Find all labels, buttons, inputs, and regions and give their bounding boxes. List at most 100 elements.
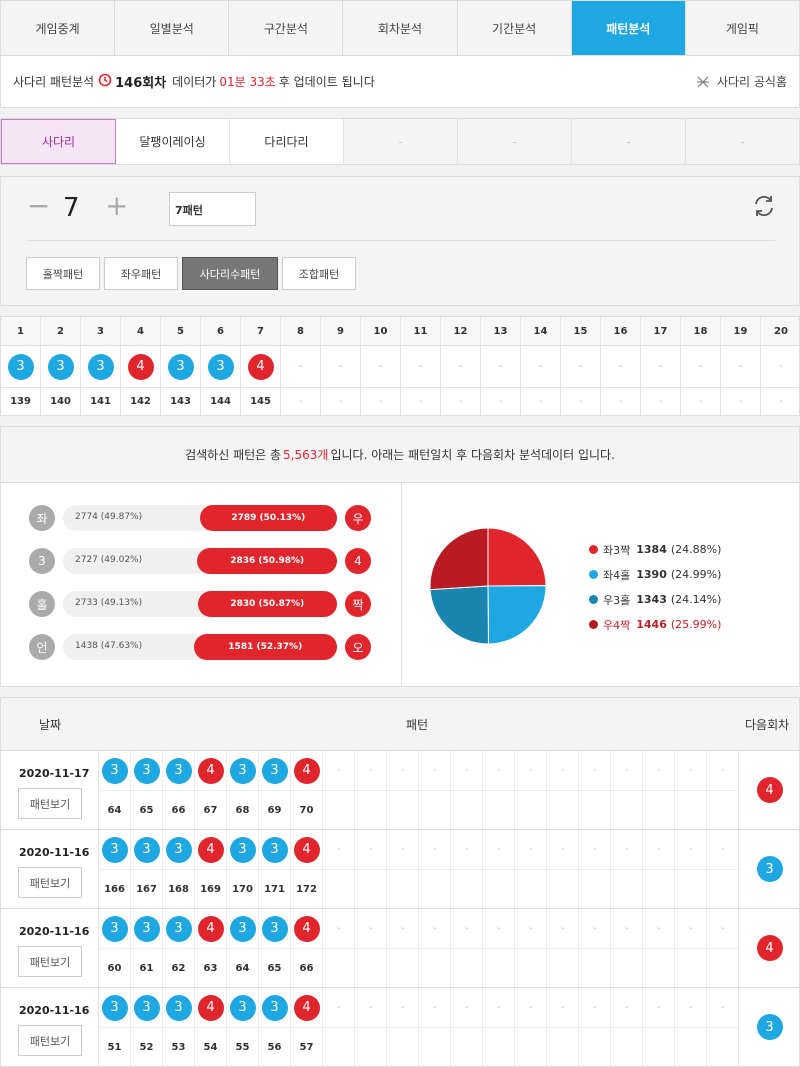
history-round-cell bbox=[387, 791, 419, 829]
subtab[interactable]: 사다리 bbox=[1, 119, 116, 164]
history-cell: 3 bbox=[259, 988, 291, 1027]
history-cell: - bbox=[547, 751, 579, 790]
official-home-link[interactable]: 사다리 공식홈 bbox=[695, 73, 787, 90]
history-round-cell: 66 bbox=[291, 949, 323, 987]
number-ball: 3 bbox=[133, 994, 160, 1021]
history-cell: - bbox=[515, 830, 547, 869]
history-round-cell bbox=[419, 791, 451, 829]
history-round-cell bbox=[355, 949, 387, 987]
legend-pct: (24.14%) bbox=[670, 593, 722, 606]
grid-cell: - bbox=[401, 346, 441, 387]
history-ball-row: 3334334------------- bbox=[99, 909, 739, 949]
nav-tab[interactable]: 회차분석 bbox=[343, 1, 458, 55]
history-ball-row: 3334334------------- bbox=[99, 988, 739, 1028]
history-round-cell bbox=[579, 791, 611, 829]
info-tail: 후 업데이트 됩니다 bbox=[278, 75, 375, 89]
legend-item: 우4짝 1446 (25.99%) bbox=[589, 612, 721, 637]
plus-button[interactable]: + bbox=[105, 189, 128, 222]
grid-header-cell: 10 bbox=[361, 317, 401, 345]
grid-cell: - bbox=[721, 346, 761, 387]
pie-slice bbox=[429, 585, 489, 645]
history-cell: - bbox=[707, 830, 739, 869]
stat-left-value: 2727 (49.02%) bbox=[75, 555, 143, 565]
history-cell: 4 bbox=[195, 830, 227, 869]
nav-tab[interactable]: 게임중계 bbox=[1, 1, 116, 55]
subtab[interactable]: 다리다리 bbox=[230, 119, 344, 164]
history-cell: 3 bbox=[227, 830, 259, 869]
history-cell: - bbox=[579, 909, 611, 948]
grid-header-cell: 2 bbox=[41, 317, 81, 345]
history-round-cell: 51 bbox=[99, 1028, 131, 1066]
history-cell: - bbox=[483, 909, 515, 948]
history-cell: 4 bbox=[291, 988, 323, 1027]
history-next-cell: 3 bbox=[738, 988, 800, 1066]
history-round-cell bbox=[451, 949, 483, 987]
history-round-cell bbox=[451, 870, 483, 908]
history-round-cell: 64 bbox=[99, 791, 131, 829]
pattern-type-button[interactable]: 홀짝패턴 bbox=[26, 257, 100, 290]
number-ball: 3 bbox=[101, 836, 128, 863]
number-ball: 3 bbox=[165, 757, 192, 784]
view-pattern-button[interactable]: 패턴보기 bbox=[18, 1025, 82, 1056]
history-cell: - bbox=[579, 751, 611, 790]
grid-header-row: 1 2 3 4 5 6 7 8 9 10 11 12 13 14 15 16 17 18 19 20 bbox=[1, 317, 799, 346]
pattern-select[interactable]: 7패턴 bbox=[169, 192, 256, 226]
number-ball: 3 bbox=[207, 353, 234, 380]
history-round-cell bbox=[707, 791, 739, 829]
history-ball-row: 3334334------------- bbox=[99, 751, 739, 791]
nav-tab[interactable]: 일별분석 bbox=[115, 1, 230, 55]
header-next: 다음회차 bbox=[745, 717, 790, 732]
view-pattern-button[interactable]: 패턴보기 bbox=[18, 867, 82, 898]
grid-header-cell: 5 bbox=[161, 317, 201, 345]
pattern-type-button[interactable]: 조합패턴 bbox=[282, 257, 356, 290]
legend-name: 우4짝 bbox=[603, 618, 631, 632]
history-cell: - bbox=[643, 988, 675, 1027]
grid-cell: - bbox=[641, 346, 681, 387]
grid-header-cell: 18 bbox=[681, 317, 721, 345]
history-cell: 3 bbox=[227, 751, 259, 790]
number-ball: 3 bbox=[133, 915, 160, 942]
header-date: 날짜 bbox=[39, 717, 62, 732]
history-round-cell bbox=[419, 1028, 451, 1066]
grid-cell: 4 bbox=[121, 346, 161, 387]
number-ball: 3 bbox=[261, 836, 288, 863]
history-round-cell bbox=[483, 791, 515, 829]
history-next-cell: 4 bbox=[738, 909, 800, 987]
subtab[interactable]: 달팽이레이싱 bbox=[116, 119, 230, 164]
grid-cell: - bbox=[321, 346, 361, 387]
history-round-cell bbox=[579, 1028, 611, 1066]
view-pattern-button[interactable]: 패턴보기 bbox=[18, 946, 82, 977]
minus-button[interactable]: − bbox=[27, 189, 50, 222]
summary-count: 5,563개 bbox=[283, 448, 329, 462]
history-cell: 3 bbox=[227, 909, 259, 948]
grid-round-row: 139 140 141 142 143 144 145- - - - - - - - - - - - - bbox=[1, 388, 799, 415]
history-cell: - bbox=[387, 751, 419, 790]
pie-slice bbox=[487, 585, 547, 645]
number-ball: 3 bbox=[229, 757, 256, 784]
history-round-cell bbox=[611, 870, 643, 908]
pattern-type-button[interactable]: 좌우패턴 bbox=[104, 257, 178, 290]
pie-chart bbox=[429, 527, 547, 645]
grid-cell: 3 bbox=[201, 346, 241, 387]
summary-post: 입니다. 아래는 패턴일치 후 다음회차 분석데이터 입니다. bbox=[330, 448, 615, 462]
stat-right-label: 4 bbox=[345, 548, 371, 574]
nav-tab[interactable]: 구간분석 bbox=[229, 1, 344, 55]
top-nav: 게임중계 일별분석 구간분석 회차분석 기간분석 패턴분석 게임픽 bbox=[0, 0, 800, 56]
history-cell: 3 bbox=[99, 988, 131, 1027]
nav-tab[interactable]: 게임픽 bbox=[686, 1, 799, 55]
pattern-type-button[interactable]: 사다리수패턴 bbox=[182, 257, 278, 290]
history-cell: - bbox=[675, 751, 707, 790]
history-cell: - bbox=[419, 830, 451, 869]
legend-dot bbox=[589, 570, 598, 579]
refresh-icon[interactable] bbox=[751, 193, 777, 226]
view-pattern-button[interactable]: 패턴보기 bbox=[18, 788, 82, 819]
number-ball: 4 bbox=[756, 777, 783, 803]
history-cell: - bbox=[483, 751, 515, 790]
nav-tab[interactable]: 패턴분석 bbox=[571, 1, 686, 55]
legend-name: 우3홀 bbox=[603, 593, 631, 607]
nav-tab[interactable]: 기간분석 bbox=[458, 1, 572, 55]
legend-name: 좌4홀 bbox=[603, 568, 631, 582]
history-round-cell: 57 bbox=[291, 1028, 323, 1066]
stat-bar-track: 2733 (49.13%) 2830 (50.87%) bbox=[63, 591, 337, 617]
stat-left-label: 홀 bbox=[29, 591, 55, 617]
